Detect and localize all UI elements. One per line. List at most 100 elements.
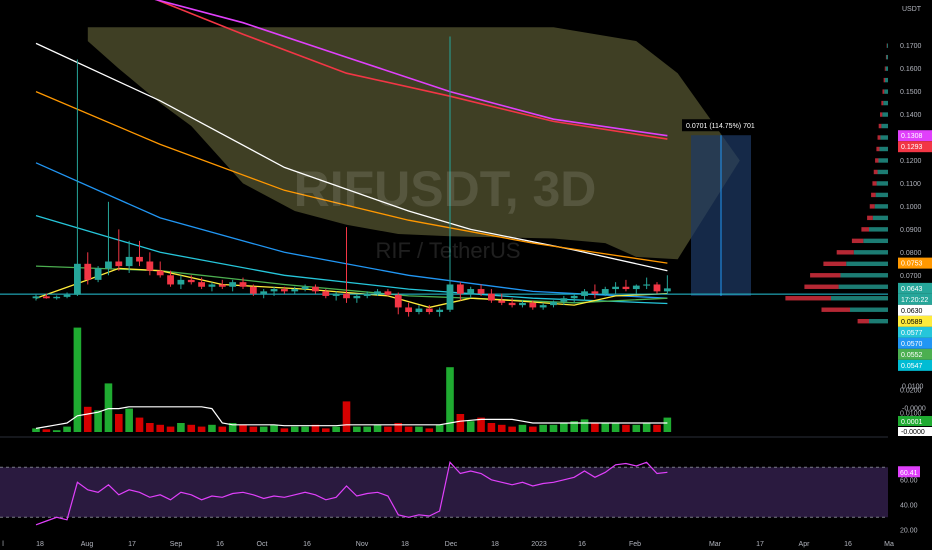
price-tick-label: 0.1600 (900, 66, 922, 73)
price-axis-currency: USDT (902, 6, 922, 13)
vp-row-up (872, 215, 888, 221)
candle-body (498, 300, 506, 303)
volume-bar (663, 417, 672, 432)
candle-body (291, 289, 299, 292)
candle-body (343, 293, 350, 299)
candle-body (581, 291, 588, 296)
vp-row-up (846, 261, 888, 266)
vp-row-up (869, 319, 888, 324)
volume-bar (32, 428, 40, 432)
price-tick-label: 0.1000 (900, 204, 922, 211)
volume-bar (52, 430, 61, 432)
price-tick-label: 0.1700 (900, 43, 922, 50)
vp-row-down (876, 146, 880, 152)
vp-row-up (881, 123, 888, 129)
vp-row-up (878, 158, 888, 163)
volume-bar (290, 426, 299, 432)
candle-body (539, 305, 547, 308)
vp-row-down (869, 204, 875, 209)
price-tick-label: 0.0700 (900, 273, 922, 280)
candle-body (105, 261, 112, 269)
candle-body (177, 279, 185, 285)
price-tick-label: 0.1400 (900, 112, 922, 119)
time-tick-label: Feb (629, 541, 641, 548)
candle-body (146, 261, 154, 271)
rsi-tick-label: 60.00 (900, 477, 918, 484)
candle-body (405, 307, 412, 313)
candle-body (446, 284, 454, 310)
candle-body (229, 282, 237, 287)
price-tag: 0.1293 (901, 144, 923, 151)
vp-row-down (810, 273, 841, 278)
vp-row-up (876, 181, 888, 186)
candle-body (63, 294, 71, 297)
vp-row-down (821, 307, 850, 312)
candle-body (477, 289, 485, 294)
vp-row-down (877, 135, 881, 140)
price-tag: 0.0577 (901, 330, 923, 337)
candle-body (332, 293, 340, 296)
vp-row-down (880, 112, 883, 117)
candle-body (84, 263, 92, 280)
candle-body (436, 309, 444, 313)
time-tick-label: 18 (401, 541, 409, 548)
candle-body (167, 275, 174, 285)
price-tag: 0.0630 (901, 308, 923, 315)
time-tick-label: 2023 (531, 541, 547, 548)
price-axis[interactable]: USDT0.17000.16000.15000.14000.13000.1200… (888, 0, 932, 550)
volume-bar (146, 423, 154, 432)
time-axis[interactable]: l 18 Aug 17 Sep 16 Oct 16 Nov 18 Dec 18 2023 16 Feb Mar… (0, 536, 894, 550)
candle-body (322, 291, 330, 296)
vp-row-down (861, 227, 869, 232)
volume-bar (259, 426, 268, 432)
volume-tag: 0.0001 (901, 419, 923, 426)
candle-body (425, 308, 433, 313)
candle-body (622, 286, 630, 290)
candle-body (394, 294, 402, 308)
price-tag: 0.0570 (901, 341, 923, 348)
volume-bar (435, 424, 444, 432)
candle-body (363, 293, 371, 296)
vp-row-down (872, 181, 877, 186)
vp-row-down (873, 169, 878, 175)
vp-row-up (883, 100, 888, 106)
candle-body (550, 301, 557, 306)
volume-bar (497, 424, 506, 432)
price-tick-label: 0.1200 (900, 158, 922, 165)
volume-bar (415, 426, 423, 432)
vp-row-up (884, 89, 888, 94)
volume-bar (642, 423, 651, 432)
volume-bar (208, 424, 216, 432)
price-tag: 0.0552 (901, 352, 923, 359)
volume-bar (466, 421, 475, 432)
price-tag: 0.0589 (901, 319, 923, 326)
volume-bar (518, 424, 527, 432)
vp-row-down (851, 238, 864, 244)
volume-bar (404, 426, 413, 432)
vp-row-down (883, 77, 885, 83)
vp-row-up (884, 77, 888, 83)
time-tick-label: 17 (756, 541, 764, 548)
candle-body (643, 284, 651, 286)
volume-bar (653, 424, 661, 432)
volume-bar (135, 417, 144, 432)
volume-bar (270, 424, 278, 432)
candle-body (374, 291, 381, 294)
time-tick-label: 16 (303, 541, 311, 548)
candle-body (529, 302, 537, 308)
time-tick-label: 17 (128, 541, 136, 548)
volume-bar (622, 424, 630, 432)
watermark-symbol: RIFUSDT, 3D (294, 161, 597, 217)
candle-body (74, 263, 81, 295)
candle-body (467, 289, 475, 294)
candle-body (384, 291, 392, 295)
candle-body (415, 308, 423, 313)
volume-bar (487, 423, 496, 432)
price-tag: 17:20:22 (901, 297, 928, 304)
time-tick-label: 18 (491, 541, 499, 548)
candle-body (612, 286, 619, 290)
candle-body (260, 291, 268, 294)
volume-bar (363, 426, 371, 432)
candle-body (591, 291, 599, 294)
trading-chart[interactable]: 0.0701 (114.75%) 701 RIFUSDT, 3D RIF / T… (0, 0, 932, 550)
